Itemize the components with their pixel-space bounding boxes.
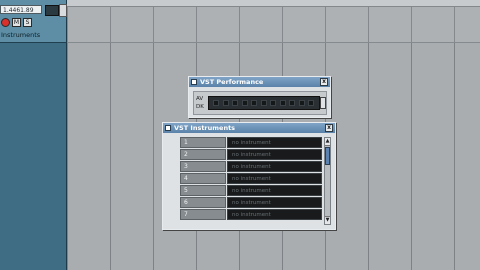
window-app-icon	[191, 79, 197, 85]
instrument-slot: 2 no instrument	[180, 149, 322, 161]
track-name[interactable]: Instruments	[1, 31, 61, 40]
track-menu-button[interactable]	[45, 5, 59, 16]
vst-performance-window: VST Performance x AV DK	[188, 76, 331, 118]
meter-segment	[241, 100, 248, 106]
instrument-slot: 7 no instrument	[180, 209, 322, 221]
meter-segment	[260, 100, 267, 106]
meter-segment	[270, 100, 276, 106]
meter-segment	[279, 100, 286, 106]
instrument-select[interactable]: no instrument	[227, 137, 322, 148]
scroll-up-icon[interactable]: ▲	[325, 138, 330, 146]
meter-segment	[289, 100, 295, 106]
instrument-select[interactable]: no instrument	[227, 149, 322, 160]
instrument-slot: 6 no instrument	[180, 197, 322, 209]
meter-segment	[298, 100, 305, 106]
slot-number[interactable]: 4	[180, 173, 226, 184]
track-controls: M S	[1, 18, 32, 28]
meter-label-disk: DK	[196, 104, 204, 110]
slot-number[interactable]: 2	[180, 149, 226, 160]
vst-instruments-titlebar[interactable]: VST Instruments x	[163, 123, 335, 133]
instrument-select[interactable]: no instrument	[227, 197, 322, 208]
slot-number[interactable]: 6	[180, 197, 226, 208]
vst-performance-titlebar[interactable]: VST Performance x	[189, 77, 330, 87]
instrument-slot: 3 no instrument	[180, 161, 322, 173]
instrument-slot: 5 no instrument	[180, 185, 322, 197]
instrument-select[interactable]: no instrument	[227, 173, 322, 184]
instrument-select[interactable]: no instrument	[227, 209, 322, 220]
performance-meter-panel: AV DK	[193, 91, 327, 115]
track-header[interactable]: 1.4461.89 M S Instruments	[0, 0, 67, 43]
mute-button[interactable]: M	[12, 18, 21, 27]
slot-number[interactable]: 5	[180, 185, 226, 196]
close-icon[interactable]: x	[325, 124, 333, 132]
instrument-slot: 1 no instrument	[180, 137, 322, 149]
instrument-list-scrollbar[interactable]: ▲ ▼	[324, 137, 331, 225]
track-lane[interactable]	[67, 6, 480, 43]
meter-reset-button[interactable]	[320, 97, 326, 109]
meter-segment	[308, 100, 314, 106]
meter-segment	[251, 100, 257, 106]
meter-segment	[232, 100, 238, 106]
meter-segment	[222, 100, 229, 106]
slot-number[interactable]: 1	[180, 137, 226, 148]
vst-instruments-title: VST Instruments	[174, 124, 236, 132]
slot-number[interactable]: 3	[180, 161, 226, 172]
meter-segment	[213, 100, 219, 106]
track-position-field[interactable]: 1.4461.89	[0, 5, 42, 14]
vst-instruments-window: VST Instruments x 1 no instrument 2 no i…	[162, 122, 336, 230]
instrument-select[interactable]: no instrument	[227, 185, 322, 196]
scrollbar-thumb[interactable]	[325, 147, 330, 165]
meter-labels: AV DK	[196, 95, 206, 111]
solo-button[interactable]: S	[23, 18, 32, 27]
performance-meter	[208, 96, 320, 110]
instrument-select[interactable]: no instrument	[227, 161, 322, 172]
project-track-panel: 1.4461.89 M S Instruments	[0, 0, 67, 270]
scroll-down-icon[interactable]: ▼	[325, 216, 330, 224]
instrument-slot-list: 1 no instrument 2 no instrument 3 no ins…	[180, 137, 322, 225]
vst-performance-title: VST Performance	[200, 78, 264, 86]
close-icon[interactable]: x	[320, 78, 328, 86]
record-enable-button[interactable]	[1, 18, 10, 27]
meter-label-average: AV	[196, 96, 204, 102]
instrument-slot: 4 no instrument	[180, 173, 322, 185]
track-expand-button[interactable]	[59, 4, 67, 17]
window-app-icon	[165, 125, 171, 131]
slot-number[interactable]: 7	[180, 209, 226, 220]
